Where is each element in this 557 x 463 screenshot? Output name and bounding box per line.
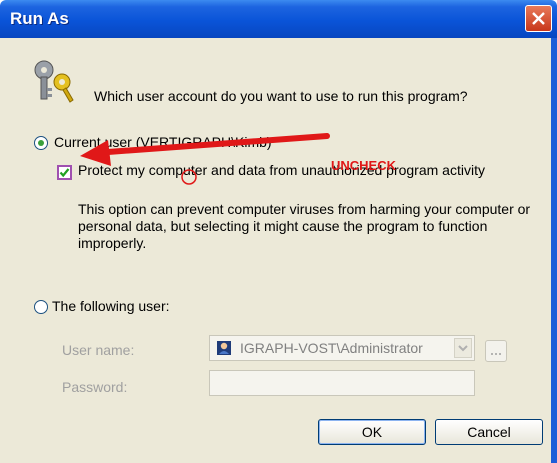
window-title: Run As xyxy=(10,9,69,28)
close-icon xyxy=(532,12,545,25)
run-as-dialog: Run As Which user account do you want to… xyxy=(0,0,557,463)
cursor-circle xyxy=(181,169,197,185)
title-bar[interactable]: Run As xyxy=(0,0,557,38)
close-button[interactable] xyxy=(525,5,552,32)
dialog-body: Which user account do you want to use to… xyxy=(0,38,557,463)
window-frame-right xyxy=(551,38,557,463)
annotation-arrow xyxy=(80,133,330,185)
